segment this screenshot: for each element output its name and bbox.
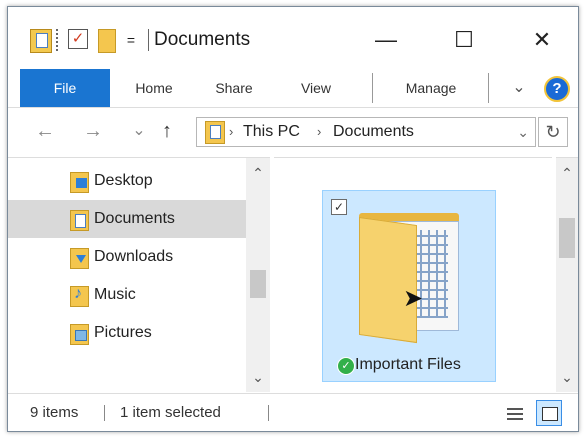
breadcrumb-chevron-icon[interactable]: › — [229, 118, 233, 146]
tab-manage[interactable]: Manage — [386, 69, 476, 107]
sidebar-item-label: Downloads — [94, 248, 174, 265]
item-count: 9 items — [30, 404, 79, 421]
documents-folder-icon — [205, 121, 225, 144]
sidebar-item-downloads[interactable]: Downloads — [8, 238, 246, 276]
selection-count: 1 item selected — [120, 404, 221, 421]
title-bar: ✓ = Documents — ☐ ✕ — [8, 7, 578, 69]
new-folder-icon[interactable] — [98, 29, 116, 53]
quick-access-menu-icon[interactable]: = — [124, 29, 138, 51]
details-view-icon[interactable] — [502, 400, 528, 426]
scroll-up-icon[interactable]: ⌃ — [246, 162, 270, 184]
address-bar[interactable]: › This PC › Documents ⌄ — [196, 117, 536, 147]
recent-locations-chevron-icon[interactable]: ⌄ — [128, 118, 150, 144]
breadcrumb-this-pc[interactable]: This PC — [243, 118, 300, 146]
folder-front-icon — [359, 216, 417, 344]
navigation-pane: Desktop Documents Downloads Music Pictur… — [8, 157, 270, 392]
sidebar-item-documents[interactable]: Documents — [8, 200, 246, 238]
folder-tile-important-files[interactable]: ✓ ➤ ✓ Important Files — [322, 190, 496, 382]
documents-folder-icon — [70, 210, 89, 231]
status-separator — [268, 405, 269, 421]
scroll-down-icon[interactable]: ⌄ — [556, 366, 578, 388]
content-scrollbar[interactable]: ⌃ ⌄ — [556, 157, 578, 392]
breadcrumb-documents[interactable]: Documents — [333, 118, 414, 146]
address-dropdown-icon[interactable]: ⌄ — [517, 118, 529, 146]
ribbon-tabs: File Home Share View Manage ⌄ ? — [8, 69, 578, 107]
status-separator — [104, 405, 105, 421]
tab-view[interactable]: View — [280, 69, 352, 107]
tab-home[interactable]: Home — [118, 69, 190, 107]
breadcrumb-chevron-icon[interactable]: › — [317, 118, 321, 146]
status-bar: 9 items 1 item selected — [8, 393, 578, 432]
ribbon-separator — [372, 73, 373, 103]
title-separator — [148, 29, 151, 51]
sidebar-item-label: Music — [94, 286, 136, 303]
expand-ribbon-icon[interactable]: ⌄ — [510, 69, 528, 107]
sync-status-icon: ✓ — [337, 357, 355, 375]
navigation-bar: ← → ⌄ ↑ › This PC › Documents ⌄ ↻ — [8, 107, 578, 156]
sidebar-item-desktop[interactable]: Desktop — [8, 162, 246, 200]
music-folder-icon — [70, 285, 89, 307]
scroll-up-icon[interactable]: ⌃ — [556, 162, 578, 184]
refresh-icon[interactable]: ↻ — [538, 117, 568, 147]
toolbar-grip — [56, 29, 62, 51]
sidebar-item-label: Pictures — [94, 324, 152, 341]
back-arrow-icon[interactable]: ← — [34, 118, 56, 144]
mouse-cursor-icon: ➤ — [403, 285, 424, 312]
scroll-down-icon[interactable]: ⌄ — [246, 366, 270, 388]
help-icon[interactable]: ? — [544, 76, 570, 102]
close-button[interactable]: ✕ — [522, 23, 562, 57]
desktop-folder-icon — [70, 172, 89, 193]
tab-share[interactable]: Share — [198, 69, 270, 107]
select-checkbox[interactable]: ✓ — [331, 199, 347, 215]
up-arrow-icon[interactable]: ↑ — [156, 118, 178, 144]
sidebar-item-pictures[interactable]: Pictures — [8, 314, 246, 352]
file-explorer-window: ✓ = Documents — ☐ ✕ File Home Share View… — [7, 6, 579, 432]
maximize-button[interactable]: ☐ — [444, 23, 484, 57]
navigation-scrollbar[interactable]: ⌃ ⌄ — [246, 158, 270, 392]
folder-name: Important Files — [355, 356, 461, 373]
sidebar-item-music[interactable]: Music — [8, 276, 246, 314]
large-icons-view-icon[interactable] — [536, 400, 562, 426]
window-title: Documents — [154, 29, 251, 50]
sidebar-item-label: Desktop — [94, 172, 153, 189]
sidebar-item-label: Documents — [94, 210, 175, 227]
scroll-thumb[interactable] — [559, 218, 575, 258]
downloads-folder-icon — [70, 248, 89, 269]
forward-arrow-icon[interactable]: → — [82, 118, 104, 144]
ribbon-separator — [488, 73, 489, 103]
documents-app-icon[interactable] — [30, 29, 52, 53]
minimize-button[interactable]: — — [366, 23, 406, 57]
tab-file[interactable]: File — [20, 69, 110, 107]
pictures-folder-icon — [70, 324, 89, 345]
file-list-pane: ✓ ➤ ✓ Important Files — [274, 157, 552, 392]
scroll-thumb[interactable] — [250, 270, 266, 298]
properties-check-icon[interactable]: ✓ — [68, 29, 88, 49]
